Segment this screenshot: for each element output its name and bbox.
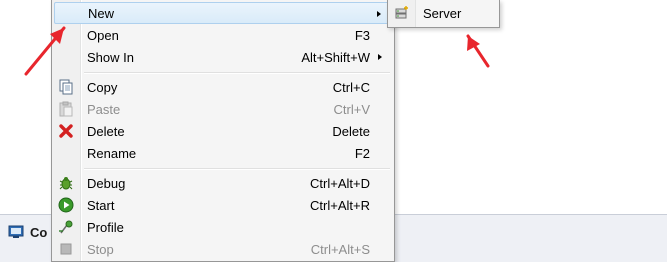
menu-item-shortcut: Ctrl+Alt+S (310, 241, 370, 257)
menu-separator (84, 168, 390, 170)
menu-item-delete[interactable]: Delete Delete (54, 120, 390, 142)
menu-item-paste[interactable]: Paste Ctrl+V (54, 98, 390, 120)
menu-item-shortcut: F3 (354, 27, 370, 43)
menu-separator (84, 72, 390, 74)
menu-item-show-in[interactable]: Show In Alt+Shift+W (54, 46, 390, 68)
menu-item-label: Profile (87, 219, 124, 235)
menu-item-new[interactable]: New (54, 2, 390, 24)
callout-arrow-server (466, 34, 490, 68)
menu-item-shortcut: Ctrl+Alt+D (310, 175, 370, 191)
menu-item-label: New (88, 5, 115, 21)
console-view-tab[interactable]: Co (8, 221, 47, 243)
menu-item-shortcut: Ctrl+C (332, 79, 370, 95)
menu-item-shortcut: Ctrl+V (333, 101, 370, 117)
menu-item-label: Delete (87, 123, 125, 139)
delete-icon (58, 123, 74, 139)
console-icon (8, 225, 24, 238)
menu-item-shortcut: F2 (354, 145, 370, 161)
profile-icon (58, 219, 74, 235)
menu-item-open[interactable]: Open F3 (54, 24, 390, 46)
start-icon (58, 197, 74, 213)
submenu-item-server[interactable]: Server (390, 1, 496, 25)
menu-item-stop[interactable]: Stop Ctrl+Alt+S (54, 238, 390, 260)
stop-icon (58, 241, 74, 257)
new-server-icon (394, 5, 410, 21)
menu-item-shortcut: Delete (332, 123, 370, 139)
copy-icon (58, 79, 74, 95)
callout-arrow-new (24, 26, 66, 76)
menu-item-label: Debug (87, 175, 126, 191)
menu-item-shortcut: Alt+Shift+W (301, 49, 370, 65)
context-menu: New Open F3 Show In Alt+Shift+W Copy Ctr… (51, 0, 395, 262)
menu-item-label: Start (87, 197, 115, 213)
submenu-arrow-icon (377, 11, 381, 17)
menu-item-label: Open (87, 27, 119, 43)
menu-item-label: Rename (87, 145, 137, 161)
menu-item-copy[interactable]: Copy Ctrl+C (54, 76, 390, 98)
submenu-item-label: Server (423, 5, 462, 21)
menu-item-label: Show In (87, 49, 134, 65)
menu-item-label: Paste (87, 101, 121, 117)
menu-item-label: Stop (87, 241, 114, 257)
paste-icon (58, 101, 74, 117)
menu-item-start[interactable]: Start Ctrl+Alt+R (54, 194, 390, 216)
menu-item-shortcut: Ctrl+Alt+R (310, 197, 370, 213)
menu-item-profile[interactable]: Profile (54, 216, 390, 238)
menu-item-debug[interactable]: Debug Ctrl+Alt+D (54, 172, 390, 194)
console-tab-label: Co (30, 224, 48, 240)
menu-item-rename[interactable]: Rename F2 (54, 142, 390, 164)
submenu-arrow-icon (378, 54, 382, 60)
debug-icon (58, 175, 74, 191)
new-submenu: Server (387, 0, 500, 28)
menu-item-label: Copy (87, 79, 118, 95)
